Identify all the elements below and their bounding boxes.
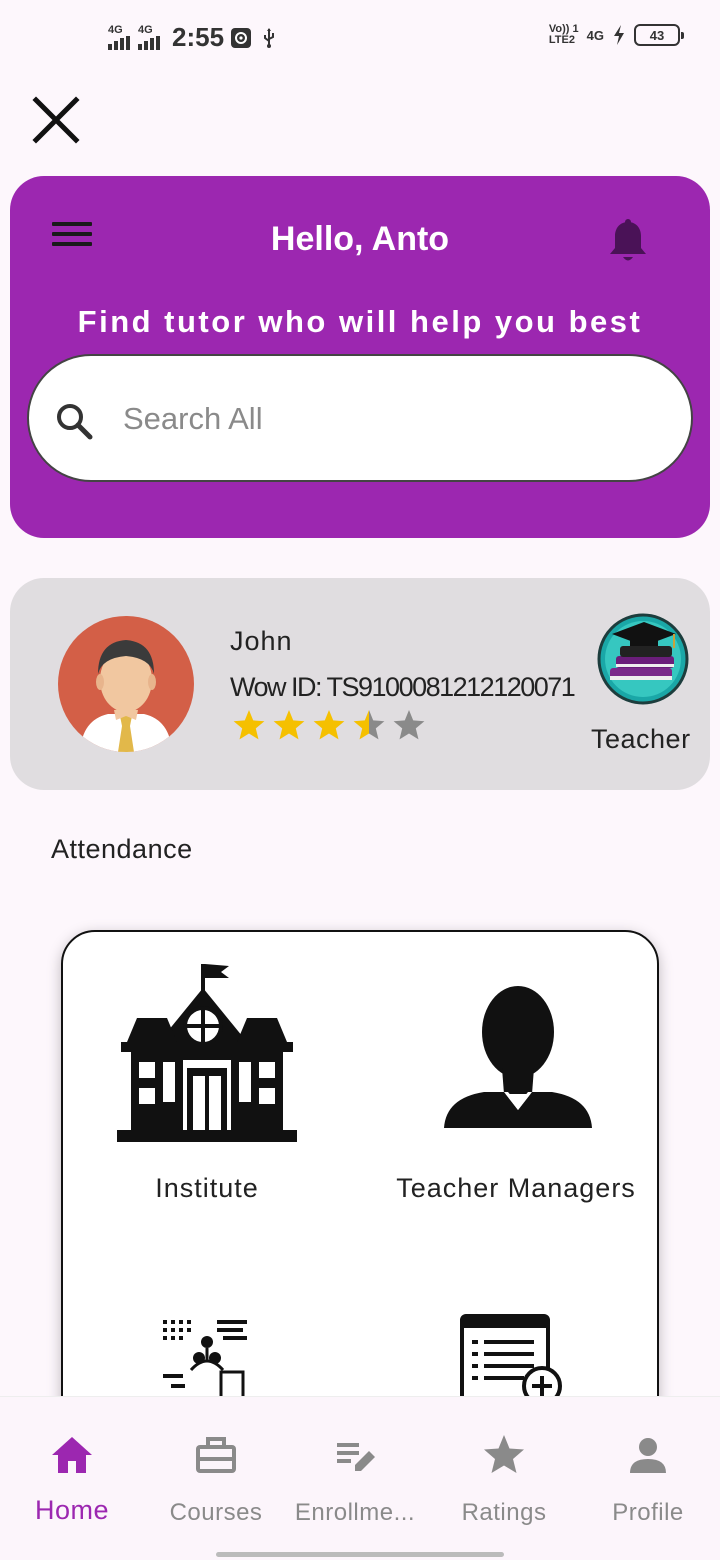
star-filled-icon [233, 710, 265, 740]
tile-label: Teacher Managers [396, 1173, 636, 1203]
nav-profile[interactable]: Profile [576, 1431, 720, 1527]
status-right: Vo)) 1 LTE2 4G 43 [549, 24, 684, 46]
volte-indicator: Vo)) 1 LTE2 [549, 24, 579, 46]
tile-students-network[interactable] [107, 1312, 307, 1407]
tile-teacher-managers[interactable]: Teacher Managers [393, 958, 639, 1204]
profile-card[interactable]: John Wow ID: TS9100081212120071 Teacher [10, 578, 710, 790]
profile-role: Teacher [591, 724, 691, 754]
star-filled-icon [273, 710, 305, 740]
students-network-icon [163, 1320, 247, 1400]
battery-icon: 43 [634, 24, 684, 46]
bottom-navigation: Home Courses Enrollme... Ratings Profile [0, 1396, 720, 1560]
lte-label: LTE2 [548, 34, 575, 46]
nav-courses[interactable]: Courses [144, 1431, 288, 1527]
star-half-icon [353, 710, 385, 740]
status-left: 4G 4G 2:55 [108, 22, 280, 53]
signal-bars-icon [108, 36, 130, 50]
home-indicator [216, 1552, 504, 1557]
user-avatar-icon [80, 640, 172, 752]
tile-label: Institute [155, 1173, 259, 1203]
nav-label: Profile [612, 1499, 684, 1526]
nav-label: Ratings [461, 1499, 547, 1526]
search-bar[interactable] [27, 354, 693, 482]
network-type-1: 4G [108, 24, 123, 36]
teacher-books-icon [597, 613, 689, 705]
signal-1: 4G [108, 25, 130, 50]
network-type-2: 4G [138, 24, 153, 36]
close-icon[interactable] [28, 92, 84, 148]
person-icon [630, 1438, 666, 1473]
teacher-manager-icon [444, 986, 592, 1128]
star-icon [484, 1435, 524, 1473]
clock: 2:55 [172, 22, 225, 52]
home-icon [52, 1437, 92, 1473]
profile-name: John [230, 626, 293, 656]
status-bar: 4G 4G 2:55 Vo)) 1 LTE2 4G 43 [0, 0, 720, 76]
search-input[interactable] [123, 396, 643, 442]
tagline: Find tutor who will help you best [77, 304, 643, 339]
header-card: Hello, Anto Find tutor who will help you… [10, 176, 710, 538]
network-type-3: 4G [586, 27, 604, 43]
usb-icon [264, 27, 275, 48]
profile-wow-id: Wow ID: TS9100081212120071 [230, 672, 576, 702]
section-title-attendance: Attendance [51, 834, 193, 864]
search-icon [57, 404, 93, 440]
nav-enrollments[interactable]: Enrollme... [283, 1431, 427, 1527]
signal-2: 4G [138, 25, 160, 50]
nav-ratings[interactable]: Ratings [432, 1431, 576, 1527]
institute-icon [117, 964, 297, 1142]
app-notification-icon [231, 27, 252, 48]
charging-icon [614, 25, 624, 45]
rating-stars [232, 708, 426, 742]
star-empty-icon [393, 710, 425, 740]
battery-level: 43 [649, 27, 665, 43]
nav-label: Enrollme... [294, 1499, 416, 1526]
tile-institute[interactable]: Institute [107, 958, 307, 1204]
briefcase-icon [196, 1437, 236, 1473]
star-filled-icon [313, 710, 345, 740]
edit-list-icon [337, 1443, 375, 1471]
signal-bars-icon [138, 36, 160, 50]
nav-label: Home [34, 1495, 110, 1525]
nav-label: Courses [169, 1499, 263, 1526]
greeting-title: Hello, Anto [270, 220, 450, 258]
nav-home[interactable]: Home [0, 1431, 144, 1526]
notification-bell-icon[interactable] [606, 218, 650, 266]
avatar [58, 616, 194, 752]
